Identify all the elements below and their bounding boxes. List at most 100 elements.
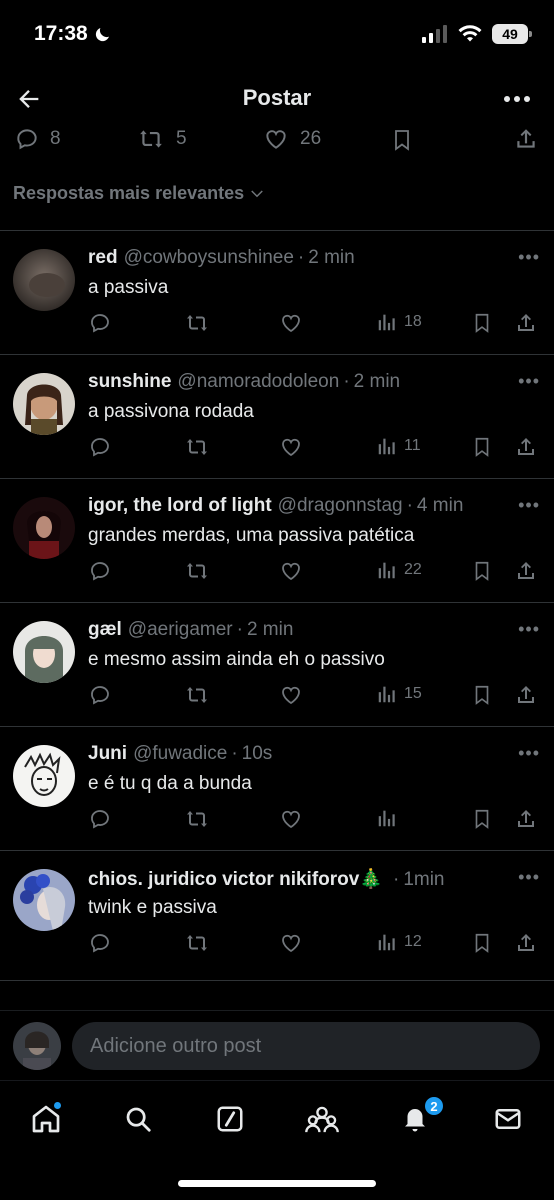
- share-button[interactable]: [514, 311, 538, 335]
- bookmark-button[interactable]: [390, 126, 414, 154]
- views-button[interactable]: 18: [376, 311, 422, 333]
- like-button[interactable]: [279, 683, 303, 707]
- heart-icon: [282, 934, 300, 953]
- timestamp[interactable]: 2 min: [247, 619, 293, 641]
- reply-item[interactable]: gæl @aerigamer · 2 min ••• e mesmo assim…: [0, 603, 554, 727]
- repost-icon: [187, 439, 207, 455]
- repost-button[interactable]: [184, 559, 210, 583]
- reply-item[interactable]: sunshine @namoradodoleon · 2 min ••• a p…: [0, 355, 554, 479]
- user-handle[interactable]: @aerigamer: [128, 619, 233, 641]
- display-name[interactable]: sunshine: [88, 371, 171, 393]
- tab-messages[interactable]: [484, 1095, 532, 1143]
- tab-home[interactable]: [22, 1095, 70, 1143]
- repost-count-button[interactable]: 5: [136, 126, 187, 152]
- sort-replies-dropdown[interactable]: Respostas mais relevantes: [13, 183, 266, 204]
- reply-button[interactable]: [88, 931, 112, 955]
- share-button[interactable]: [514, 435, 538, 459]
- share-button[interactable]: [514, 931, 538, 955]
- like-count: 26: [300, 128, 322, 149]
- reply-more-button[interactable]: •••: [518, 619, 540, 640]
- repost-button[interactable]: [184, 311, 210, 335]
- compose-input[interactable]: [72, 1022, 540, 1070]
- heart-icon: [282, 438, 300, 457]
- bookmark-button[interactable]: [471, 683, 493, 707]
- user-handle[interactable]: @cowboysunshinee: [124, 247, 294, 269]
- reply-header: chios. juridico victor nikiforov🎄 · 1min: [88, 867, 504, 891]
- reply-text: e mesmo assim ainda eh o passivo: [88, 649, 385, 670]
- reply-count-button[interactable]: 8: [14, 126, 61, 152]
- bookmark-button[interactable]: [471, 807, 493, 831]
- share-button[interactable]: [514, 807, 538, 831]
- like-button[interactable]: [279, 931, 303, 955]
- views-button[interactable]: 22: [376, 559, 422, 581]
- reply-button[interactable]: [88, 435, 112, 459]
- bookmark-button[interactable]: [471, 435, 493, 459]
- reply-item[interactable]: red @cowboysunshinee · 2 min ••• a passi…: [0, 231, 554, 355]
- avatar[interactable]: [13, 869, 75, 931]
- like-button[interactable]: [279, 311, 303, 335]
- reply-more-button[interactable]: •••: [518, 371, 540, 392]
- reply-more-button[interactable]: •••: [518, 743, 540, 764]
- user-handle[interactable]: @dragonnstag: [278, 495, 403, 517]
- reply-more-button[interactable]: •••: [518, 495, 540, 516]
- avatar[interactable]: [13, 497, 75, 559]
- repost-button[interactable]: [184, 435, 210, 459]
- user-handle[interactable]: @fuwadice: [133, 743, 227, 765]
- reply-icon: [91, 314, 109, 333]
- views-button[interactable]: 12: [376, 931, 422, 953]
- timestamp[interactable]: 10s: [242, 743, 273, 765]
- home-indicator: [178, 1180, 376, 1187]
- like-button[interactable]: [279, 559, 303, 583]
- reply-item[interactable]: igor, the lord of light @dragonnstag · 4…: [0, 479, 554, 603]
- notification-badge: 2: [423, 1095, 445, 1117]
- avatar[interactable]: [13, 249, 75, 311]
- tab-search[interactable]: [114, 1095, 162, 1143]
- tab-notifications[interactable]: 2: [391, 1095, 445, 1143]
- share-button[interactable]: [513, 126, 539, 152]
- user-handle[interactable]: @namoradodoleon: [177, 371, 339, 393]
- reply-button[interactable]: [88, 807, 112, 831]
- views-button[interactable]: 15: [376, 683, 422, 705]
- timestamp[interactable]: 2 min: [308, 247, 354, 269]
- tab-grok[interactable]: [206, 1095, 254, 1143]
- like-button[interactable]: [279, 807, 303, 831]
- reply-button[interactable]: [88, 311, 112, 335]
- display-name[interactable]: Juni: [88, 743, 127, 765]
- tab-communities[interactable]: [298, 1095, 346, 1143]
- heart-icon: [282, 562, 300, 581]
- share-button[interactable]: [514, 559, 538, 583]
- display-name[interactable]: chios. juridico victor nikiforov🎄: [88, 867, 383, 891]
- like-button[interactable]: [279, 435, 303, 459]
- reply-more-button[interactable]: •••: [518, 247, 540, 268]
- repost-button[interactable]: [184, 931, 210, 955]
- reply-more-button[interactable]: •••: [518, 867, 540, 888]
- wifi-icon: [458, 25, 482, 42]
- repost-button[interactable]: [184, 683, 210, 707]
- views-button[interactable]: 11: [376, 435, 421, 457]
- timestamp[interactable]: 4 min: [417, 495, 463, 517]
- avatar[interactable]: [13, 745, 75, 807]
- reply-item[interactable]: Juni @fuwadice · 10s ••• e é tu q da a b…: [0, 727, 554, 851]
- share-button[interactable]: [514, 683, 538, 707]
- reply-button[interactable]: [88, 559, 112, 583]
- bookmark-button[interactable]: [471, 931, 493, 955]
- display-name[interactable]: red: [88, 247, 118, 269]
- my-avatar[interactable]: [13, 1022, 61, 1070]
- timestamp[interactable]: 2 min: [354, 371, 400, 393]
- bookmark-button[interactable]: [471, 559, 493, 583]
- reply-item[interactable]: chios. juridico victor nikiforov🎄 · 1min…: [0, 851, 554, 981]
- bookmark-button[interactable]: [471, 311, 493, 335]
- status-bar: 17:38 49: [0, 0, 554, 70]
- avatar[interactable]: [13, 621, 75, 683]
- reply-button[interactable]: [88, 683, 112, 707]
- repost-button[interactable]: [184, 807, 210, 831]
- views-button[interactable]: [376, 807, 404, 829]
- like-count-button[interactable]: 26: [262, 126, 321, 152]
- avatar[interactable]: [13, 373, 75, 435]
- reply-actions: 15: [88, 683, 538, 709]
- timestamp[interactable]: 1min: [403, 869, 444, 891]
- display-name[interactable]: igor, the lord of light: [88, 495, 272, 517]
- more-options-button[interactable]: [500, 82, 534, 116]
- display-name[interactable]: gæl: [88, 619, 122, 641]
- reply-text: a passivona rodada: [88, 401, 254, 422]
